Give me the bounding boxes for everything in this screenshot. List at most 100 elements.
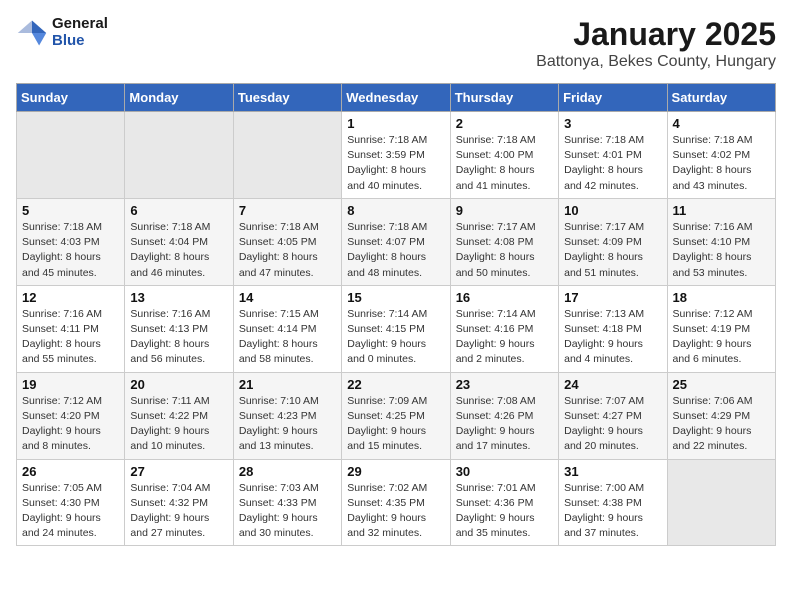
day-number: 5 <box>22 203 119 218</box>
day-number: 3 <box>564 116 661 131</box>
day-number: 1 <box>347 116 444 131</box>
calendar-cell: 28Sunrise: 7:03 AM Sunset: 4:33 PM Dayli… <box>233 459 341 546</box>
day-info: Sunrise: 7:10 AM Sunset: 4:23 PM Dayligh… <box>239 394 336 455</box>
day-info: Sunrise: 7:09 AM Sunset: 4:25 PM Dayligh… <box>347 394 444 455</box>
calendar-cell: 22Sunrise: 7:09 AM Sunset: 4:25 PM Dayli… <box>342 372 450 459</box>
calendar-cell: 24Sunrise: 7:07 AM Sunset: 4:27 PM Dayli… <box>559 372 667 459</box>
logo-icon <box>16 17 48 49</box>
day-info: Sunrise: 7:00 AM Sunset: 4:38 PM Dayligh… <box>564 481 661 542</box>
day-number: 29 <box>347 464 444 479</box>
day-info: Sunrise: 7:12 AM Sunset: 4:20 PM Dayligh… <box>22 394 119 455</box>
calendar-week-row: 12 Sunrise: 7:16 AM Sunset: 4:11 PM Dayli… <box>17 285 776 372</box>
logo-text: General Blue <box>52 16 108 49</box>
day-number: 6 <box>130 203 227 218</box>
day-number: 26 <box>22 464 119 479</box>
calendar-cell: 30Sunrise: 7:01 AM Sunset: 4:36 PM Dayli… <box>450 459 558 546</box>
calendar-cell: 2 Sunrise: 7:18 AM Sunset: 4:00 PM Daylig… <box>450 112 558 199</box>
day-info: Sunrise: 7:15 AM Sunset: 4:14 PM Dayligh… <box>239 307 336 368</box>
calendar-week-row: 26 Sunrise: 7:05 AM Sunset: 4:30 PM Dayli… <box>17 459 776 546</box>
weekday-header: Wednesday <box>342 84 450 112</box>
day-number: 25 <box>673 377 770 392</box>
calendar-cell <box>667 459 775 546</box>
weekday-header: Tuesday <box>233 84 341 112</box>
day-info: Sunrise: 7:05 AM Sunset: 4:30 PM Dayligh… <box>22 481 119 542</box>
calendar-cell: 3Sunrise: 7:18 AM Sunset: 4:01 PM Daylig… <box>559 112 667 199</box>
calendar-cell: 19 Sunrise: 7:12 AM Sunset: 4:20 PM Dayli… <box>17 372 125 459</box>
calendar-cell: 17 Sunrise: 7:13 AM Sunset: 4:18 PM Dayli… <box>559 285 667 372</box>
calendar-cell: 21 Sunrise: 7:10 AM Sunset: 4:23 PM Dayli… <box>233 372 341 459</box>
day-info: Sunrise: 7:14 AM Sunset: 4:16 PM Dayligh… <box>456 307 553 368</box>
day-info: Sunrise: 7:16 AM Sunset: 4:11 PM Dayligh… <box>22 307 119 368</box>
calendar-cell: 7 Sunrise: 7:18 AM Sunset: 4:05 PM Daylig… <box>233 198 341 285</box>
day-number: 7 <box>239 203 336 218</box>
day-number: 9 <box>456 203 553 218</box>
calendar-cell: 14 Sunrise: 7:15 AM Sunset: 4:14 PM Dayli… <box>233 285 341 372</box>
logo: General Blue <box>16 16 108 49</box>
calendar-cell: 11Sunrise: 7:16 AM Sunset: 4:10 PM Dayli… <box>667 198 775 285</box>
logo-general-label: General <box>52 16 108 33</box>
day-number: 15 <box>347 290 444 305</box>
calendar-header-row: SundayMondayTuesdayWednesdayThursdayFrid… <box>17 84 776 112</box>
day-number: 16 <box>456 290 553 305</box>
weekday-header: Saturday <box>667 84 775 112</box>
location-title: Battonya, Bekes County, Hungary <box>536 53 776 71</box>
calendar-cell: 26 Sunrise: 7:05 AM Sunset: 4:30 PM Dayli… <box>17 459 125 546</box>
calendar-cell <box>233 112 341 199</box>
day-info: Sunrise: 7:12 AM Sunset: 4:19 PM Dayligh… <box>673 307 770 368</box>
calendar-cell: 6 Sunrise: 7:18 AM Sunset: 4:04 PM Daylig… <box>125 198 233 285</box>
day-info: Sunrise: 7:13 AM Sunset: 4:18 PM Dayligh… <box>564 307 661 368</box>
weekday-header: Friday <box>559 84 667 112</box>
calendar-cell <box>125 112 233 199</box>
day-info: Sunrise: 7:03 AM Sunset: 4:33 PM Dayligh… <box>239 481 336 542</box>
calendar-cell: 12 Sunrise: 7:16 AM Sunset: 4:11 PM Dayli… <box>17 285 125 372</box>
calendar-cell: 13 Sunrise: 7:16 AM Sunset: 4:13 PM Dayli… <box>125 285 233 372</box>
calendar-cell: 31 Sunrise: 7:00 AM Sunset: 4:38 PM Dayli… <box>559 459 667 546</box>
weekday-header: Thursday <box>450 84 558 112</box>
calendar-cell: 25Sunrise: 7:06 AM Sunset: 4:29 PM Dayli… <box>667 372 775 459</box>
day-info: Sunrise: 7:17 AM Sunset: 4:08 PM Dayligh… <box>456 220 553 281</box>
day-number: 14 <box>239 290 336 305</box>
calendar-cell: 10 Sunrise: 7:17 AM Sunset: 4:09 PM Dayli… <box>559 198 667 285</box>
day-number: 19 <box>22 377 119 392</box>
calendar-cell: 8 Sunrise: 7:18 AM Sunset: 4:07 PM Daylig… <box>342 198 450 285</box>
day-number: 31 <box>564 464 661 479</box>
day-number: 2 <box>456 116 553 131</box>
day-number: 21 <box>239 377 336 392</box>
day-number: 20 <box>130 377 227 392</box>
calendar-week-row: 1 Sunrise: 7:18 AM Sunset: 3:59 PM Daylig… <box>17 112 776 199</box>
day-number: 12 <box>22 290 119 305</box>
calendar-cell: 16 Sunrise: 7:14 AM Sunset: 4:16 PM Dayli… <box>450 285 558 372</box>
day-number: 8 <box>347 203 444 218</box>
day-number: 10 <box>564 203 661 218</box>
calendar-cell: 20 Sunrise: 7:11 AM Sunset: 4:22 PM Dayli… <box>125 372 233 459</box>
day-info: Sunrise: 7:18 AM Sunset: 4:07 PM Dayligh… <box>347 220 444 281</box>
day-number: 13 <box>130 290 227 305</box>
calendar-cell: 15 Sunrise: 7:14 AM Sunset: 4:15 PM Dayli… <box>342 285 450 372</box>
day-info: Sunrise: 7:14 AM Sunset: 4:15 PM Dayligh… <box>347 307 444 368</box>
calendar-cell: 23 Sunrise: 7:08 AM Sunset: 4:26 PM Dayli… <box>450 372 558 459</box>
day-number: 24 <box>564 377 661 392</box>
calendar-cell: 18Sunrise: 7:12 AM Sunset: 4:19 PM Dayli… <box>667 285 775 372</box>
month-title: January 2025 <box>536 16 776 53</box>
day-number: 4 <box>673 116 770 131</box>
calendar-week-row: 19 Sunrise: 7:12 AM Sunset: 4:20 PM Dayli… <box>17 372 776 459</box>
calendar-week-row: 5Sunrise: 7:18 AM Sunset: 4:03 PM Daylig… <box>17 198 776 285</box>
day-number: 11 <box>673 203 770 218</box>
day-info: Sunrise: 7:18 AM Sunset: 4:00 PM Dayligh… <box>456 133 553 194</box>
day-number: 23 <box>456 377 553 392</box>
day-info: Sunrise: 7:18 AM Sunset: 4:05 PM Dayligh… <box>239 220 336 281</box>
day-info: Sunrise: 7:17 AM Sunset: 4:09 PM Dayligh… <box>564 220 661 281</box>
logo-blue-label: Blue <box>52 33 108 50</box>
day-info: Sunrise: 7:18 AM Sunset: 4:04 PM Dayligh… <box>130 220 227 281</box>
weekday-header: Sunday <box>17 84 125 112</box>
calendar-cell <box>17 112 125 199</box>
calendar-cell: 29Sunrise: 7:02 AM Sunset: 4:35 PM Dayli… <box>342 459 450 546</box>
calendar-cell: 1 Sunrise: 7:18 AM Sunset: 3:59 PM Daylig… <box>342 112 450 199</box>
day-info: Sunrise: 7:01 AM Sunset: 4:36 PM Dayligh… <box>456 481 553 542</box>
calendar-cell: 5Sunrise: 7:18 AM Sunset: 4:03 PM Daylig… <box>17 198 125 285</box>
day-info: Sunrise: 7:16 AM Sunset: 4:13 PM Dayligh… <box>130 307 227 368</box>
day-info: Sunrise: 7:18 AM Sunset: 3:59 PM Dayligh… <box>347 133 444 194</box>
day-number: 17 <box>564 290 661 305</box>
day-info: Sunrise: 7:11 AM Sunset: 4:22 PM Dayligh… <box>130 394 227 455</box>
day-info: Sunrise: 7:08 AM Sunset: 4:26 PM Dayligh… <box>456 394 553 455</box>
